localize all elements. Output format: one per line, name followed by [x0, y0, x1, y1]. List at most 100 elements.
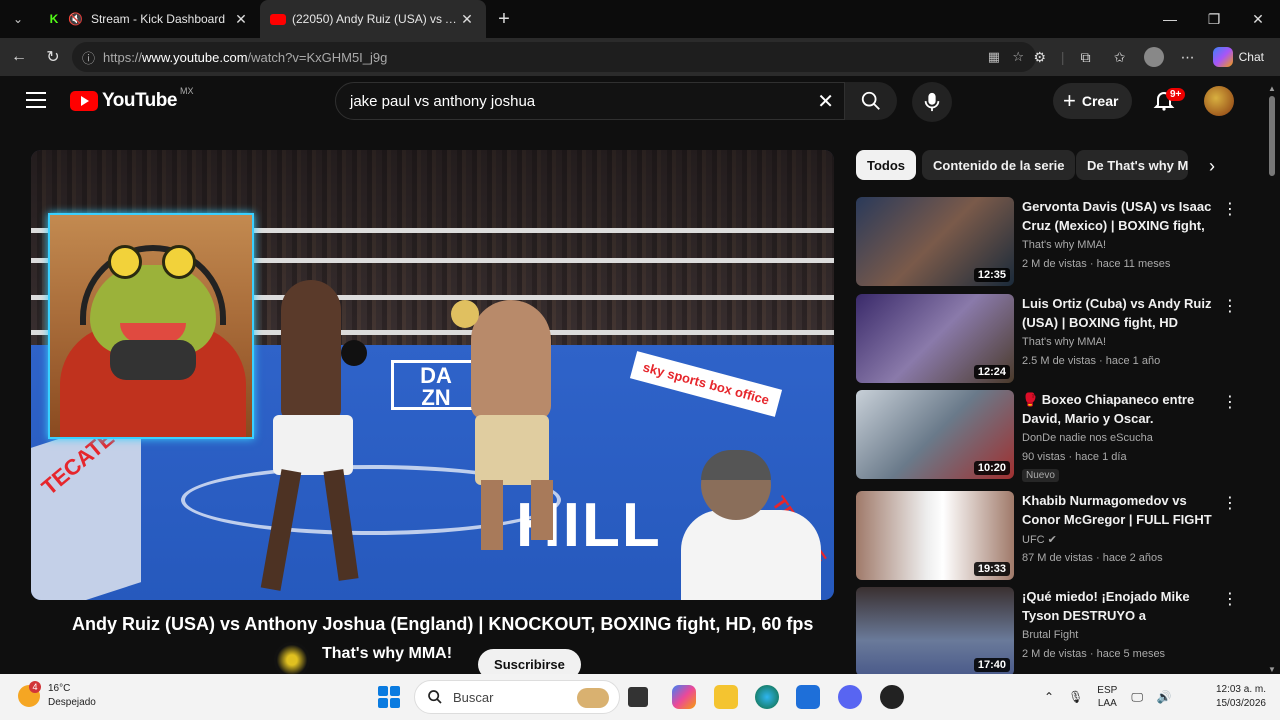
menu-icon[interactable]: [26, 92, 46, 108]
youtube-logo[interactable]: YouTube MX: [70, 86, 193, 112]
new-tab-icon[interactable]: +: [486, 8, 522, 31]
microphone-icon[interactable]: 🎙: [1068, 690, 1083, 704]
video-thumbnail[interactable]: 12:24: [856, 294, 1014, 383]
video-thumbnail[interactable]: 17:40: [856, 587, 1014, 676]
more-options-icon[interactable]: ⋮: [1222, 392, 1238, 412]
create-button[interactable]: + Crear: [1053, 83, 1133, 119]
channel-name[interactable]: That's why MMA!: [322, 645, 452, 663]
video-meta: 87 M de vistas · hace 2 años: [1022, 552, 1163, 564]
back-arrow-icon[interactable]: ←: [2, 40, 36, 74]
streamer-webcam-overlay: [48, 213, 254, 439]
edge-browser-icon[interactable]: [755, 685, 779, 709]
scroll-down-icon[interactable]: ▼: [1268, 665, 1276, 674]
url-field[interactable]: ⓘ https://www.youtube.com/watch?v=KxGHM5…: [72, 42, 1036, 72]
search-placeholder: Buscar: [453, 689, 494, 705]
plus-icon: +: [1063, 88, 1076, 113]
more-options-icon[interactable]: ⋮: [1222, 199, 1238, 219]
voice-search-button[interactable]: [912, 82, 952, 122]
microphone-icon: [924, 92, 940, 112]
task-view-icon[interactable]: [628, 687, 648, 707]
weather-desc: Despejado: [48, 697, 96, 708]
display-icon[interactable]: 🖵: [1131, 690, 1143, 705]
app-available-icon[interactable]: ▦: [988, 49, 1000, 65]
volume-icon[interactable]: 🔊: [1157, 690, 1172, 704]
chip-all[interactable]: Todos: [856, 150, 917, 180]
url-prefix: https://: [103, 49, 143, 65]
scroll-up-icon[interactable]: ▲: [1268, 84, 1276, 93]
channel-name[interactable]: DonDe nadie nos eScucha: [1022, 432, 1153, 444]
video-thumbnail[interactable]: 12:35: [856, 197, 1014, 286]
channel-row: That's why MMA! Suscribirse: [274, 642, 581, 680]
weather-badge: 4: [29, 681, 41, 693]
video-title[interactable]: Khabib Nurmagomedov vs Conor McGregor | …: [1022, 491, 1218, 529]
video-thumbnail[interactable]: 19:33: [856, 491, 1014, 580]
video-title[interactable]: ¡Qué miedo! ¡Enojado Mike Tyson DESTRUYO…: [1022, 587, 1218, 625]
more-options-icon[interactable]: ⋮: [1222, 589, 1238, 609]
chevron-right-icon[interactable]: ›: [1200, 156, 1224, 180]
kick-logo-icon: K: [49, 12, 59, 26]
obs-icon[interactable]: [880, 685, 904, 709]
clear-search-icon[interactable]: ✕: [817, 89, 834, 114]
input-language[interactable]: ESP LAA: [1097, 684, 1117, 710]
weather-widget[interactable]: 4 16°C Despejado: [18, 681, 96, 710]
more-options-icon[interactable]: ⋮: [1222, 296, 1238, 316]
favorites-icon[interactable]: ✩: [1105, 42, 1135, 72]
search-button[interactable]: [845, 82, 897, 120]
notification-count-badge: 9+: [1166, 88, 1186, 101]
video-meta: 2 M de vistas · hace 11 meses: [1022, 258, 1171, 270]
list-item[interactable]: 12:35 Gervonta Davis (USA) vs Isaac Cruz…: [856, 197, 1238, 289]
copilot-chat-button[interactable]: Chat: [1207, 47, 1270, 67]
clock-date: 15/03/2026: [1215, 698, 1266, 709]
windows-start-icon[interactable]: [378, 686, 400, 708]
mute-icon[interactable]: 🔇: [68, 12, 83, 26]
profile-icon[interactable]: [1139, 42, 1169, 72]
list-item[interactable]: 19:33 Khabib Nurmagomedov vs Conor McGre…: [856, 491, 1238, 583]
duration-badge: 12:24: [973, 365, 1010, 379]
tab-youtube[interactable]: (22050) Andy Ruiz (USA) vs Anthony Joshu…: [260, 0, 486, 38]
channel-name[interactable]: That's why MMA!: [1022, 336, 1106, 348]
list-item[interactable]: 17:40 ¡Qué miedo! ¡Enojado Mike Tyson DE…: [856, 587, 1238, 679]
taskbar-clock[interactable]: 12:03 a. m. 15/03/2026: [1196, 683, 1266, 711]
clock-time: 12:03 a. m.: [1215, 684, 1266, 695]
info-icon[interactable]: ⓘ: [82, 48, 95, 67]
search-highlight-icon: [577, 688, 609, 708]
discord-icon[interactable]: [838, 685, 862, 709]
channel-name[interactable]: That's why MMA!: [1022, 239, 1106, 251]
tab-list-button[interactable]: ⌄: [0, 0, 36, 38]
split-screen-icon[interactable]: ⧉: [1071, 42, 1101, 72]
channel-name[interactable]: UFC ✔: [1022, 533, 1057, 546]
list-item[interactable]: 10:20 🥊 Boxeo Chiapaneco entre David, Ma…: [856, 390, 1238, 482]
search-input[interactable]: jake paul vs anthony joshua ✕: [335, 82, 845, 120]
chip-series[interactable]: Contenido de la serie: [922, 150, 1076, 180]
video-title[interactable]: 🥊 Boxeo Chiapaneco entre David, Mario y …: [1022, 390, 1218, 428]
close-tab-icon[interactable]: ✕: [232, 11, 250, 28]
reload-icon[interactable]: ↻: [36, 40, 70, 74]
copilot-icon[interactable]: [672, 685, 696, 709]
store-icon[interactable]: [796, 685, 820, 709]
extensions-icon[interactable]: ⚙: [1025, 42, 1055, 72]
chip-channel[interactable]: De That's why MMA!: [1076, 150, 1188, 180]
minimize-icon[interactable]: —: [1148, 0, 1192, 38]
more-options-icon[interactable]: ⋮: [1222, 493, 1238, 513]
channel-avatar[interactable]: [274, 642, 310, 678]
taskbar-search-input[interactable]: Buscar: [414, 680, 620, 714]
maximize-icon[interactable]: ❐: [1192, 0, 1236, 38]
chevron-up-icon[interactable]: ⌃: [1044, 690, 1054, 704]
boxer-joshua: [260, 280, 371, 600]
more-menu-icon[interactable]: ⋯: [1173, 42, 1203, 72]
page-scrollbar[interactable]: ▲ ▼: [1266, 84, 1278, 674]
channel-name[interactable]: Brutal Fight: [1022, 629, 1078, 641]
scroll-thumb[interactable]: [1269, 96, 1275, 176]
search-icon: [428, 690, 442, 704]
video-thumbnail[interactable]: 10:20: [856, 390, 1014, 479]
video-title[interactable]: Gervonta Davis (USA) vs Isaac Cruz (Mexi…: [1022, 197, 1218, 235]
youtube-favicon-icon: [270, 13, 286, 25]
file-explorer-icon[interactable]: [714, 685, 738, 709]
favorite-star-icon[interactable]: ☆: [1012, 49, 1024, 65]
account-avatar[interactable]: [1204, 86, 1234, 116]
video-title[interactable]: Luis Ortiz (Cuba) vs Andy Ruiz (USA) | B…: [1022, 294, 1218, 332]
tab-kick[interactable]: K 🔇 Stream - Kick Dashboard ✕: [36, 0, 260, 38]
close-window-icon[interactable]: ✕: [1236, 0, 1280, 38]
close-tab-icon[interactable]: ✕: [458, 11, 476, 28]
list-item[interactable]: 12:24 Luis Ortiz (Cuba) vs Andy Ruiz (US…: [856, 294, 1238, 386]
